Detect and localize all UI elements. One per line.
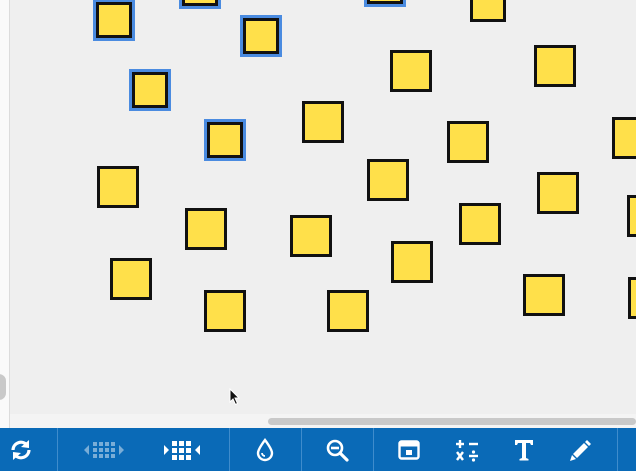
square-tile[interactable] bbox=[367, 0, 403, 4]
bottom-toolbar bbox=[0, 428, 636, 471]
zoom-out-button[interactable] bbox=[322, 428, 352, 471]
horizontal-scrollbar-thumb[interactable] bbox=[268, 418, 636, 425]
grid-shrink-icon bbox=[84, 441, 124, 458]
square-tile[interactable] bbox=[627, 195, 636, 237]
square-tile[interactable] bbox=[367, 159, 409, 201]
toolbar-divider bbox=[57, 428, 58, 471]
square-tile[interactable] bbox=[132, 72, 168, 108]
pen-tool-button[interactable] bbox=[566, 428, 596, 471]
grid-shrink-button[interactable] bbox=[80, 428, 128, 471]
mouse-pointer-icon bbox=[229, 388, 241, 406]
fill-color-button[interactable] bbox=[250, 428, 280, 471]
square-tile[interactable] bbox=[302, 101, 344, 143]
canvas-left-margin bbox=[0, 0, 10, 428]
square-tile[interactable] bbox=[391, 241, 433, 283]
toolbar-divider bbox=[617, 428, 618, 471]
square-tile[interactable] bbox=[537, 172, 579, 214]
toolbar-divider bbox=[301, 428, 302, 471]
arithmetic-button[interactable] bbox=[452, 428, 482, 471]
square-tile[interactable] bbox=[534, 45, 576, 87]
frame-icon bbox=[398, 439, 420, 460]
grid-expand-button[interactable] bbox=[160, 428, 204, 471]
square-tile[interactable] bbox=[628, 277, 636, 319]
square-tile[interactable] bbox=[327, 290, 369, 332]
text-icon bbox=[515, 439, 533, 460]
square-tile[interactable] bbox=[523, 274, 565, 316]
grid-expand-icon bbox=[164, 440, 200, 460]
zoom-out-icon bbox=[326, 439, 349, 462]
square-tile[interactable] bbox=[185, 208, 227, 250]
square-tile[interactable] bbox=[110, 258, 152, 300]
square-tile[interactable] bbox=[390, 50, 432, 92]
square-tile[interactable] bbox=[243, 18, 279, 54]
square-tile[interactable] bbox=[447, 121, 489, 163]
droplet-icon bbox=[256, 437, 274, 461]
refresh-button[interactable] bbox=[0, 428, 42, 471]
square-tile[interactable] bbox=[612, 117, 636, 159]
square-tile[interactable] bbox=[459, 203, 501, 245]
square-tile[interactable] bbox=[290, 215, 332, 257]
square-tile[interactable] bbox=[97, 166, 139, 208]
frame-button[interactable] bbox=[394, 428, 424, 471]
drawing-canvas[interactable] bbox=[0, 0, 636, 428]
text-tool-button[interactable] bbox=[509, 428, 539, 471]
refresh-icon bbox=[11, 439, 31, 460]
pencil-icon bbox=[570, 439, 591, 461]
left-edge-handle[interactable] bbox=[0, 374, 6, 400]
square-tile[interactable] bbox=[96, 2, 132, 38]
square-tile[interactable] bbox=[204, 290, 246, 332]
square-tile[interactable] bbox=[182, 0, 218, 6]
arithmetic-ops-icon bbox=[456, 439, 478, 462]
square-tile[interactable] bbox=[470, 0, 506, 22]
square-tile[interactable] bbox=[207, 122, 243, 158]
toolbar-divider bbox=[229, 428, 230, 471]
toolbar-divider bbox=[373, 428, 374, 471]
